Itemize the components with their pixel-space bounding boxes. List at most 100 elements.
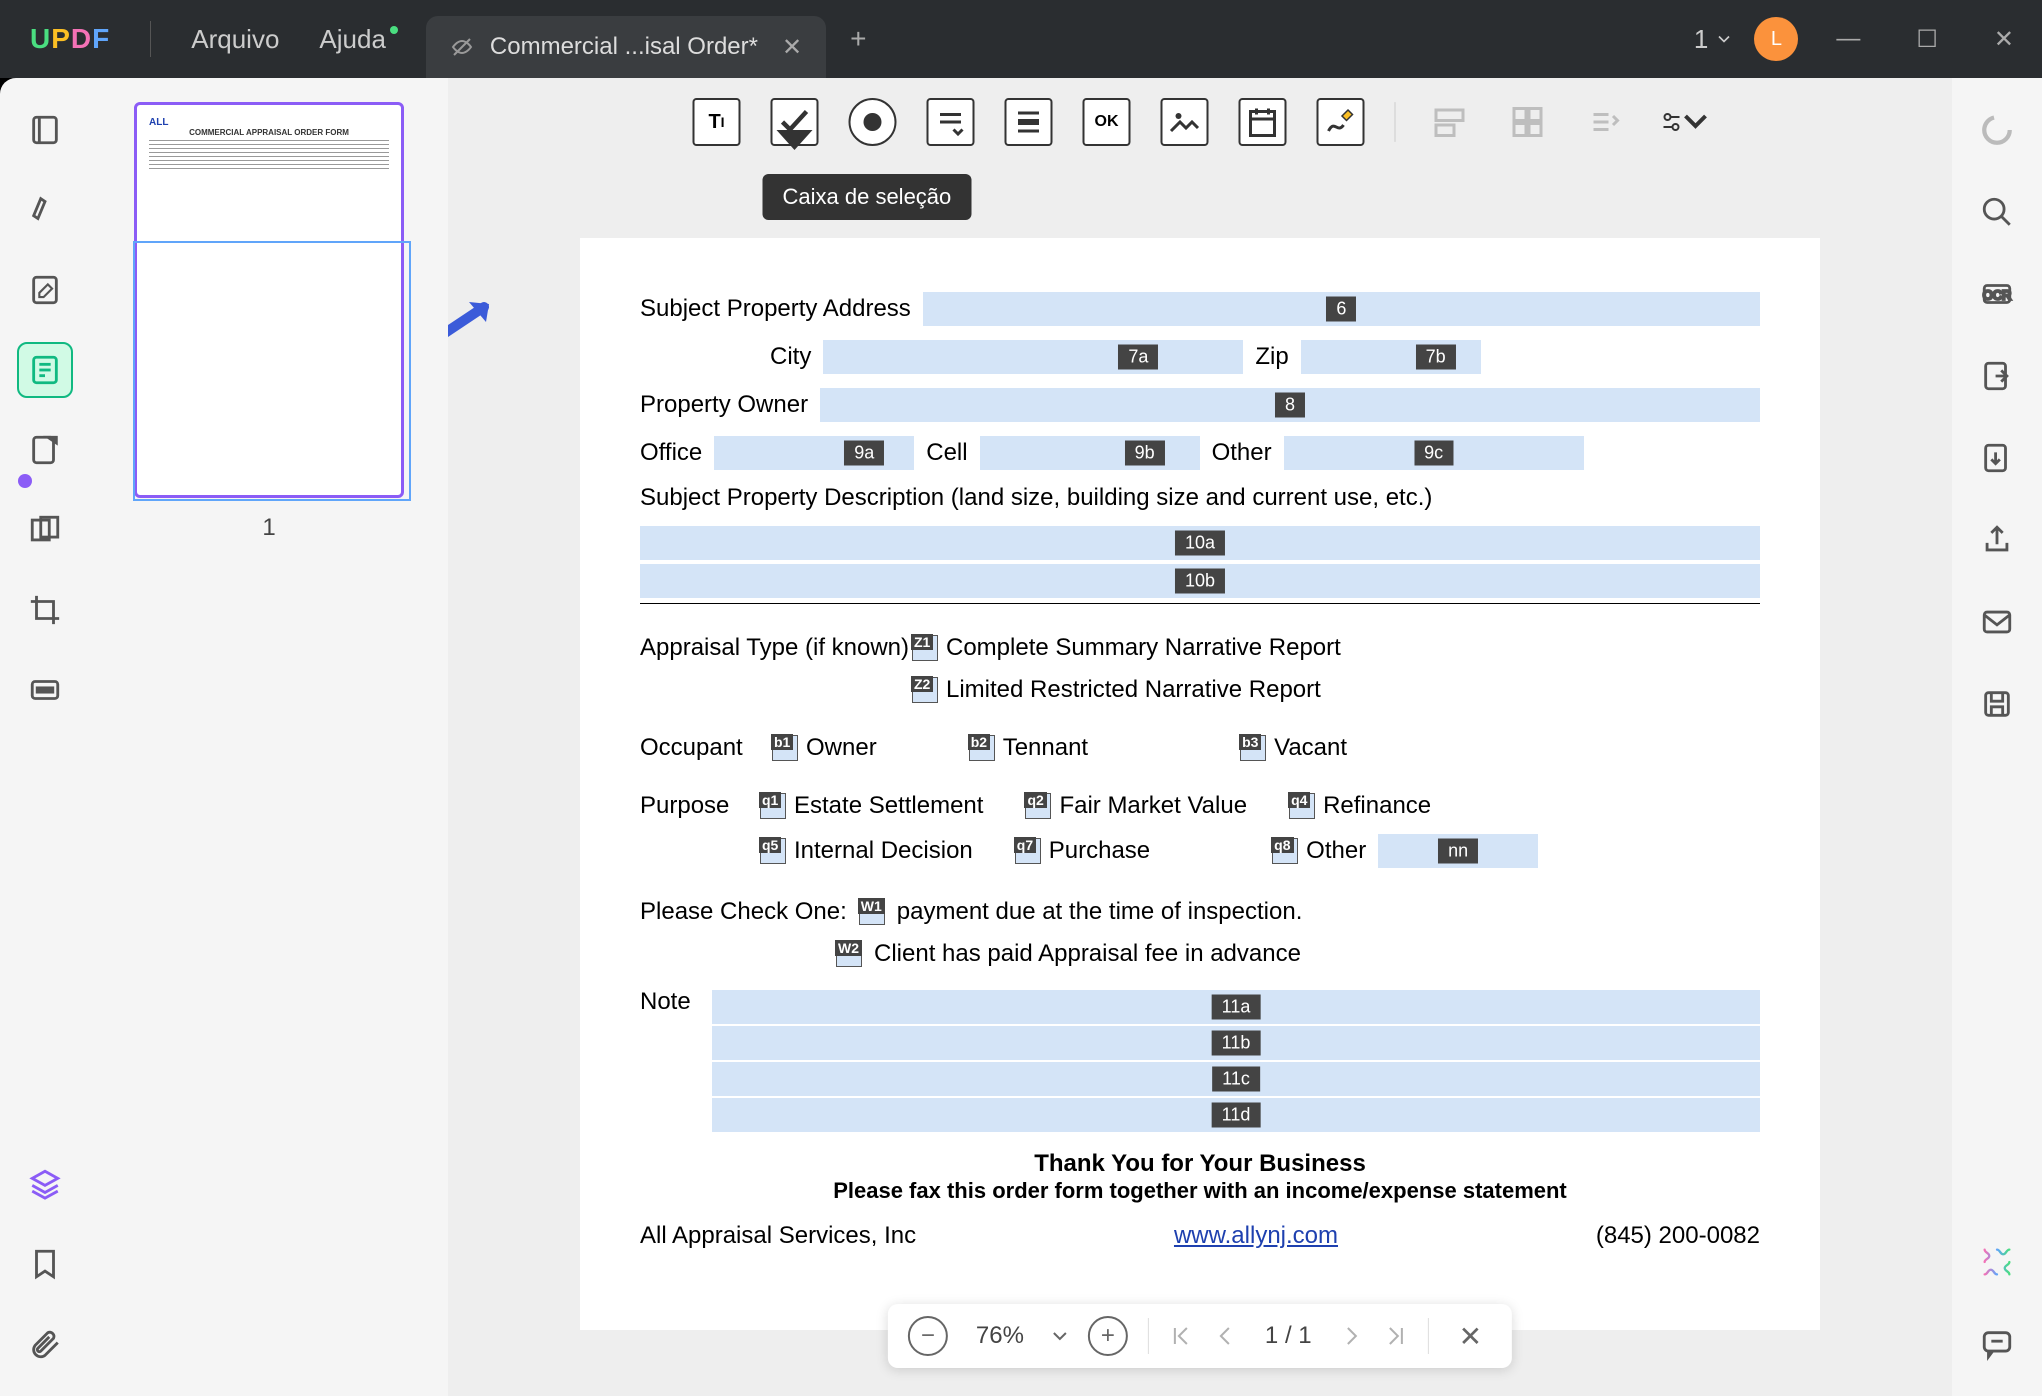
- close-window-button[interactable]: ✕: [1976, 25, 2032, 54]
- check-one-label: Please Check One:: [640, 898, 847, 926]
- page-thumbnail[interactable]: ALL COMMERCIAL APPRAISAL ORDER FORM: [134, 102, 404, 498]
- appraisal-limited-checkbox[interactable]: Z2: [912, 677, 938, 703]
- menu-help[interactable]: Ajuda: [299, 24, 406, 55]
- occ-tenant-checkbox[interactable]: b2: [969, 735, 995, 761]
- search-button[interactable]: [1969, 184, 2025, 240]
- purpose-refi-checkbox[interactable]: q4: [1289, 793, 1315, 819]
- zip-field[interactable]: 7b: [1301, 340, 1481, 374]
- city-field[interactable]: 7a: [823, 340, 1243, 374]
- page-current[interactable]: 1: [1265, 1322, 1278, 1349]
- reader-tool[interactable]: [17, 102, 73, 158]
- listbox-tool[interactable]: [1005, 98, 1053, 146]
- occ-owner-checkbox[interactable]: b1: [772, 735, 798, 761]
- occ-vacant-checkbox[interactable]: b3: [1240, 735, 1266, 761]
- note-field-3[interactable]: 11c: [712, 1062, 1760, 1096]
- zip-label: Zip: [1255, 343, 1288, 371]
- first-page-icon[interactable]: [1169, 1324, 1193, 1348]
- ocr-button[interactable]: OCR: [1969, 266, 2025, 322]
- zoom-dropdown-icon[interactable]: [1052, 1331, 1068, 1341]
- new-tab-button[interactable]: +: [850, 23, 866, 55]
- purpose-other-field[interactable]: nn: [1378, 834, 1538, 868]
- crop-tool[interactable]: [17, 582, 73, 638]
- grid-tool[interactable]: [1504, 98, 1552, 146]
- zoom-level[interactable]: 76%: [968, 1322, 1032, 1350]
- purpose-fmv-checkbox[interactable]: q2: [1025, 793, 1051, 819]
- close-controls-button[interactable]: ✕: [1449, 1320, 1492, 1353]
- maximize-button[interactable]: ☐: [1898, 25, 1956, 54]
- chat-button[interactable]: [1969, 1316, 2025, 1372]
- document-area: TI Caixa de seleção OK: [448, 78, 1952, 1396]
- settings-tool[interactable]: [1660, 98, 1708, 146]
- share-button[interactable]: [1969, 512, 2025, 568]
- purpose-purchase-label: Purchase: [1049, 837, 1150, 865]
- desc-field-1[interactable]: 10a: [640, 526, 1760, 560]
- other-phone-field[interactable]: 9c: [1284, 436, 1584, 470]
- payment-due-checkbox[interactable]: W1: [859, 899, 885, 925]
- cell-field[interactable]: 9b: [980, 436, 1200, 470]
- purpose-internal-checkbox[interactable]: q5: [760, 838, 786, 864]
- radio-tool[interactable]: [849, 98, 897, 146]
- order-tool[interactable]: [1582, 98, 1630, 146]
- desc-label: Subject Property Description (land size,…: [640, 484, 1432, 512]
- page-tools[interactable]: [17, 502, 73, 558]
- menu-file[interactable]: Arquivo: [171, 24, 299, 55]
- pdf-page[interactable]: Subject Property Address6 City 7a Zip 7b…: [580, 238, 1820, 1330]
- owner-field[interactable]: 8: [820, 388, 1760, 422]
- save-button[interactable]: [1969, 676, 2025, 732]
- thanks-heading: Thank You for Your Business: [640, 1150, 1760, 1178]
- convert-button[interactable]: [1969, 348, 2025, 404]
- tab-close-icon[interactable]: ✕: [782, 33, 802, 62]
- paid-advance-checkbox[interactable]: W2: [836, 941, 862, 967]
- thumbnail-page-number: 1: [108, 514, 430, 542]
- dropdown-tool[interactable]: [927, 98, 975, 146]
- signature-tool[interactable]: [1317, 98, 1365, 146]
- page-dropdown[interactable]: 1: [1694, 24, 1734, 55]
- form-tool[interactable]: [17, 342, 73, 398]
- image-field-tool[interactable]: [1161, 98, 1209, 146]
- redact-tool[interactable]: [17, 662, 73, 718]
- note-field-1[interactable]: 11a: [712, 990, 1760, 1024]
- other-phone-label: Other: [1212, 439, 1272, 467]
- zoom-out-button[interactable]: −: [908, 1316, 948, 1356]
- purpose-estate-checkbox[interactable]: q1: [760, 793, 786, 819]
- footer-url[interactable]: www.allynj.com: [1174, 1222, 1338, 1250]
- footer-phone: (845) 200-0082: [1596, 1222, 1760, 1250]
- date-field-tool[interactable]: [1239, 98, 1287, 146]
- comment-tool[interactable]: [17, 182, 73, 238]
- document-tab[interactable]: Commercial ...isal Order* ✕: [426, 16, 826, 78]
- form-fields-toolbar: TI Caixa de seleção OK: [693, 98, 1708, 146]
- app-logo: UPDF: [10, 23, 130, 55]
- organize-tool[interactable]: [17, 422, 73, 478]
- align-tool[interactable]: [1426, 98, 1474, 146]
- desc-field-2[interactable]: 10b: [640, 564, 1760, 598]
- attachment-button[interactable]: [17, 1316, 73, 1372]
- ai-button[interactable]: [1969, 1234, 2025, 1290]
- minimize-button[interactable]: —: [1818, 25, 1878, 53]
- appraisal-complete-checkbox[interactable]: Z1: [912, 635, 938, 661]
- zoom-in-button[interactable]: +: [1088, 1316, 1128, 1356]
- user-avatar[interactable]: L: [1754, 17, 1798, 61]
- edit-tool[interactable]: [17, 262, 73, 318]
- address-label: Subject Property Address: [640, 295, 911, 323]
- email-button[interactable]: [1969, 594, 2025, 650]
- bookmark-button[interactable]: [17, 1236, 73, 1292]
- compress-button[interactable]: [1969, 430, 2025, 486]
- purpose-purchase-checkbox[interactable]: q7: [1015, 838, 1041, 864]
- titlebar: UPDF Arquivo Ajuda Commercial ...isal Or…: [0, 0, 2042, 78]
- address-field[interactable]: 6: [923, 292, 1760, 326]
- loading-icon[interactable]: [1969, 102, 2025, 158]
- note-field-4[interactable]: 11d: [712, 1098, 1760, 1132]
- checkbox-tool[interactable]: [771, 98, 819, 146]
- last-page-icon[interactable]: [1384, 1324, 1408, 1348]
- paid-advance-label: Client has paid Appraisal fee in advance: [874, 940, 1301, 968]
- purpose-other-checkbox[interactable]: q8: [1272, 838, 1298, 864]
- text-field-tool[interactable]: TI: [693, 98, 741, 146]
- next-page-icon[interactable]: [1340, 1324, 1364, 1348]
- office-field[interactable]: 9a: [714, 436, 914, 470]
- layers-button[interactable]: [17, 1156, 73, 1212]
- separator: [1148, 1318, 1149, 1354]
- note-field-2[interactable]: 11b: [712, 1026, 1760, 1060]
- button-tool[interactable]: OK: [1083, 98, 1131, 146]
- chevron-down-icon: [1684, 104, 1708, 140]
- prev-page-icon[interactable]: [1213, 1324, 1237, 1348]
